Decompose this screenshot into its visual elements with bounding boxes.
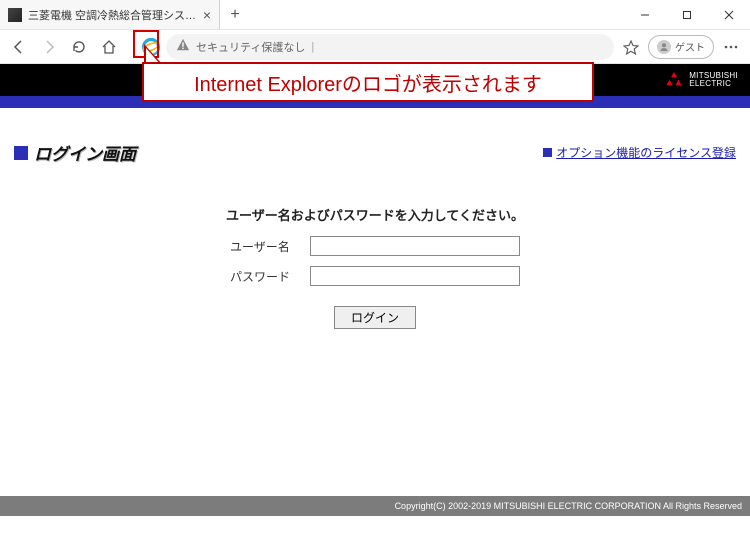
- callout-text: Internet Explorerのロゴが表示されます: [194, 68, 542, 97]
- annotation-callout: Internet Explorerのロゴが表示されます: [142, 62, 594, 102]
- refresh-button[interactable]: [66, 34, 92, 60]
- login-prompt: ユーザー名およびパスワードを入力してください。: [185, 205, 565, 224]
- username-label: ユーザー名: [230, 238, 302, 255]
- address-security-label: セキュリティ保護なし: [196, 39, 305, 55]
- brand-text: MITSUBISHI ELECTRIC: [689, 72, 738, 88]
- forward-button[interactable]: [36, 34, 62, 60]
- close-window-button[interactable]: [708, 0, 750, 30]
- address-separator: |: [311, 41, 314, 53]
- profile-button[interactable]: ゲスト: [648, 35, 714, 59]
- maximize-button[interactable]: [666, 0, 708, 30]
- footer-text: Copyright(C) 2002-2019 MITSUBISHI ELECTR…: [395, 501, 742, 511]
- page-footer: Copyright(C) 2002-2019 MITSUBISHI ELECTR…: [0, 496, 750, 516]
- favorites-button[interactable]: [618, 34, 644, 60]
- password-input[interactable]: [310, 266, 520, 286]
- heading-bullet-icon: [14, 146, 28, 160]
- close-tab-icon[interactable]: ×: [203, 7, 211, 23]
- browser-tab[interactable]: 三菱電機 空調冷熱総合管理シス… ×: [0, 0, 220, 29]
- tab-favicon: [8, 8, 22, 22]
- mitsubishi-mark-icon: [665, 72, 683, 88]
- link-bullet-icon: [543, 148, 552, 157]
- license-link[interactable]: オプション機能のライセンス登録: [556, 144, 736, 161]
- minimize-button[interactable]: [624, 0, 666, 30]
- new-tab-button[interactable]: +: [220, 0, 250, 29]
- tab-title: 三菱電機 空調冷熱総合管理シス…: [28, 7, 197, 23]
- page-heading: ログイン画面: [14, 140, 136, 165]
- address-bar[interactable]: セキュリティ保護なし |: [166, 34, 614, 60]
- back-button[interactable]: [6, 34, 32, 60]
- profile-label: ゲスト: [675, 39, 705, 54]
- license-link-block: オプション機能のライセンス登録: [543, 144, 736, 161]
- home-button[interactable]: [96, 34, 122, 60]
- page-content: MITSUBISHI ELECTRIC ログイン画面 オプション機能のライセンス…: [0, 64, 750, 516]
- login-button[interactable]: ログイン: [334, 306, 416, 329]
- menu-button[interactable]: [718, 34, 744, 60]
- not-secure-icon: [176, 38, 190, 55]
- window-controls: [624, 0, 750, 29]
- browser-titlebar: 三菱電機 空調冷熱総合管理シス… × +: [0, 0, 750, 30]
- username-input[interactable]: [310, 236, 520, 256]
- password-label: パスワード: [230, 268, 302, 285]
- browser-toolbar: セキュリティ保護なし | ゲスト: [0, 30, 750, 64]
- brand-logo: MITSUBISHI ELECTRIC: [665, 72, 738, 88]
- login-form: ユーザー名およびパスワードを入力してください。 ユーザー名 パスワード ログイン: [185, 205, 565, 329]
- avatar-icon: [657, 40, 671, 54]
- page-heading-text: ログイン画面: [34, 140, 136, 165]
